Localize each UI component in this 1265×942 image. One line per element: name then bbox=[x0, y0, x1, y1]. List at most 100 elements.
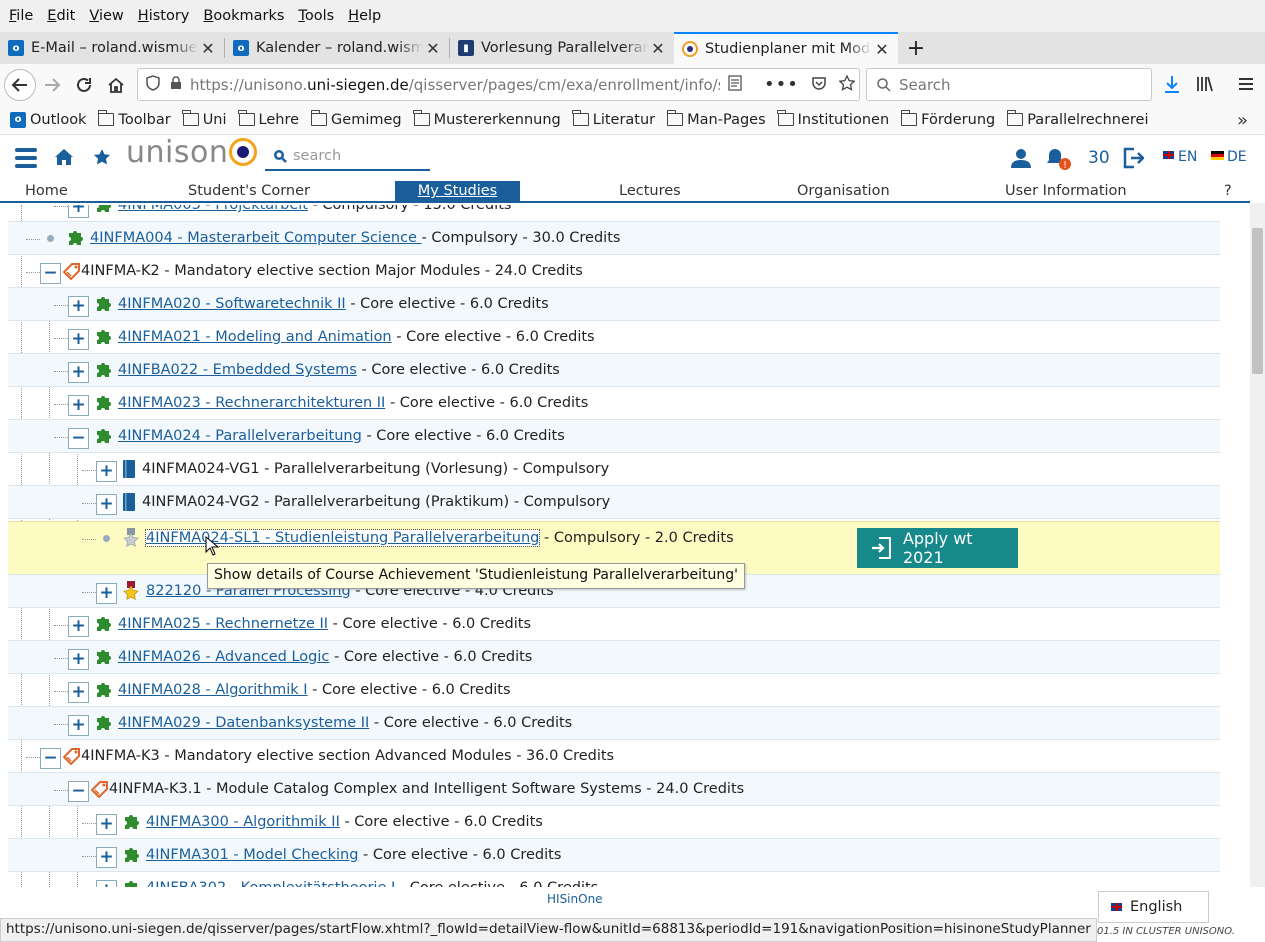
expand-button[interactable]: + bbox=[96, 847, 117, 868]
scrollbar-thumb[interactable] bbox=[1252, 228, 1263, 374]
expand-button[interactable]: + bbox=[68, 296, 89, 317]
user-icon[interactable] bbox=[1011, 148, 1031, 172]
logout-icon[interactable] bbox=[1122, 147, 1145, 173]
bookmark-folder[interactable]: Gemimeg bbox=[310, 110, 402, 128]
tab-vorlesung[interactable]: ▮ Vorlesung Parallelverarbeitung ✕ bbox=[450, 32, 674, 64]
expand-button[interactable]: + bbox=[96, 814, 117, 835]
library-icon[interactable] bbox=[1196, 74, 1214, 98]
collapse-button[interactable]: − bbox=[40, 748, 61, 769]
tab-calendar[interactable]: o Kalender – roland.wismueller ✕ bbox=[225, 32, 449, 64]
menu-edit[interactable]: Edit bbox=[42, 8, 80, 24]
module-link[interactable]: 4INFMA020 - Softwaretechnik II bbox=[118, 296, 346, 312]
home-icon[interactable] bbox=[55, 149, 73, 169]
back-button[interactable] bbox=[4, 68, 36, 101]
bookmark-folder[interactable]: Literatur bbox=[572, 110, 655, 128]
main-menu-icon[interactable] bbox=[15, 148, 37, 172]
url-bar[interactable]: https://unisono.uni-siegen.de/qisserver/… bbox=[137, 68, 860, 101]
new-tab-button[interactable]: + bbox=[898, 32, 934, 64]
nav-help[interactable]: ? bbox=[1224, 181, 1232, 201]
close-icon[interactable]: ✕ bbox=[423, 39, 443, 58]
expand-button[interactable]: + bbox=[96, 461, 117, 482]
module-link[interactable]: 4INFMA021 - Modeling and Animation bbox=[118, 329, 392, 345]
bookmark-folder[interactable]: Lehre bbox=[238, 110, 299, 128]
app-search-input[interactable]: search bbox=[265, 143, 430, 171]
tab-studienplaner[interactable]: Studienplaner mit Modulen ✕ bbox=[674, 32, 898, 64]
bookmark-folder[interactable]: Man-Pages bbox=[666, 110, 766, 128]
module-link[interactable]: 4INFMA029 - Datenbanksysteme II bbox=[118, 715, 369, 731]
expand-button[interactable]: + bbox=[68, 329, 89, 350]
favorites-star-icon[interactable] bbox=[93, 148, 111, 170]
course-book-icon bbox=[122, 492, 140, 511]
module-link[interactable]: 4INFBA302 - Komplexitätstheorie I bbox=[146, 880, 395, 887]
notification-bell-icon[interactable]: ! bbox=[1046, 147, 1072, 175]
expand-button[interactable]: + bbox=[68, 682, 89, 703]
expand-button[interactable]: + bbox=[68, 362, 89, 383]
expand-button[interactable]: + bbox=[68, 616, 89, 637]
module-link[interactable]: 4INFMA300 - Algorithmik II bbox=[146, 814, 340, 830]
collapse-button[interactable]: − bbox=[40, 263, 61, 284]
unisono-logo[interactable]: unison bbox=[126, 135, 258, 170]
module-link[interactable]: 4INFMA026 - Advanced Logic bbox=[118, 649, 329, 665]
pocket-icon[interactable] bbox=[811, 75, 827, 95]
chevron-more-icon[interactable]: » bbox=[1237, 110, 1248, 131]
reload-button[interactable] bbox=[68, 69, 100, 101]
module-link[interactable]: 4INFMA004 - Masterarbeit Computer Scienc… bbox=[90, 230, 422, 246]
menu-bookmarks[interactable]: Bookmarks bbox=[198, 8, 289, 24]
close-icon[interactable]: ✕ bbox=[648, 39, 668, 58]
star-bookmark-icon[interactable] bbox=[838, 73, 856, 95]
tree-row-label: 4INFMA301 - Model Checking - Core electi… bbox=[146, 839, 561, 872]
menu-tools[interactable]: Tools bbox=[293, 8, 339, 24]
expand-button[interactable]: + bbox=[96, 880, 117, 887]
tree-connector bbox=[54, 691, 68, 692]
expand-button[interactable]: + bbox=[68, 715, 89, 736]
nav-home[interactable]: Home bbox=[25, 181, 68, 201]
expand-button[interactable]: + bbox=[96, 494, 117, 515]
language-selector[interactable]: English bbox=[1098, 891, 1209, 923]
collapse-button[interactable]: − bbox=[68, 781, 89, 802]
shield-icon[interactable] bbox=[146, 74, 160, 95]
menu-history[interactable]: History bbox=[133, 8, 195, 24]
module-link[interactable]: 4INFMA023 - Rechnerarchitekturen II bbox=[118, 395, 385, 411]
bookmark-outlook[interactable]: o Outlook bbox=[10, 111, 86, 128]
nav-lectures[interactable]: Lectures bbox=[619, 181, 681, 201]
bookmark-folder[interactable]: Institutionen bbox=[777, 110, 889, 128]
forward-button[interactable] bbox=[36, 69, 68, 101]
module-link[interactable]: 4INFMA028 - Algorithmik I bbox=[118, 682, 308, 698]
hamburger-menu-icon[interactable] bbox=[1238, 76, 1254, 96]
module-link[interactable]: 4INFMA025 - Rechnernetze II bbox=[118, 616, 328, 632]
close-icon[interactable]: ✕ bbox=[198, 39, 218, 58]
reader-view-icon[interactable] bbox=[728, 74, 742, 95]
lock-icon[interactable] bbox=[170, 75, 182, 94]
module-puzzle-icon bbox=[94, 328, 112, 346]
nav-my-studies[interactable]: My Studies bbox=[395, 181, 520, 201]
apply-button[interactable]: Apply wt 2021 bbox=[857, 528, 1018, 568]
bookmark-folder[interactable]: Förderung bbox=[900, 110, 995, 128]
collapse-button[interactable]: − bbox=[68, 428, 89, 449]
home-button[interactable] bbox=[100, 69, 132, 101]
menu-file[interactable]: File bbox=[4, 8, 38, 24]
nav-organisation[interactable]: Organisation bbox=[797, 181, 890, 201]
download-icon[interactable] bbox=[1163, 74, 1181, 98]
menu-view[interactable]: View bbox=[84, 8, 128, 24]
bookmark-folder[interactable]: Mustererkennung bbox=[413, 110, 561, 128]
expand-button[interactable]: + bbox=[68, 395, 89, 416]
lang-en-link[interactable]: EN bbox=[1178, 149, 1197, 165]
browser-search-input[interactable]: Search bbox=[866, 68, 1152, 101]
module-link[interactable]: 4INFMA301 - Model Checking bbox=[146, 847, 358, 863]
expand-button[interactable]: + bbox=[96, 583, 117, 604]
bookmark-folder[interactable]: Parallelrechnerei bbox=[1006, 110, 1148, 128]
nav-students-corner[interactable]: Student's Corner bbox=[188, 181, 310, 201]
close-icon[interactable]: ✕ bbox=[872, 40, 892, 59]
menu-help[interactable]: Help bbox=[343, 8, 386, 24]
expand-button[interactable]: + bbox=[68, 649, 89, 670]
page-actions-icon[interactable]: ••• bbox=[764, 74, 799, 95]
expand-button[interactable]: + bbox=[68, 205, 89, 218]
module-link[interactable]: 4INFMA003 - Projektarbeit bbox=[118, 205, 308, 213]
module-link[interactable]: 4INFMA024 - Parallelverarbeitung bbox=[118, 428, 362, 444]
bookmark-folder[interactable]: Toolbar bbox=[97, 110, 171, 128]
lang-de-link[interactable]: DE bbox=[1227, 149, 1247, 165]
nav-user-information[interactable]: User Information bbox=[1005, 181, 1127, 201]
tab-email[interactable]: o E-Mail – roland.wismueller ✕ bbox=[0, 32, 224, 64]
module-link[interactable]: 4INFBA022 - Embedded Systems bbox=[118, 362, 357, 378]
bookmark-folder[interactable]: Uni bbox=[182, 110, 227, 128]
